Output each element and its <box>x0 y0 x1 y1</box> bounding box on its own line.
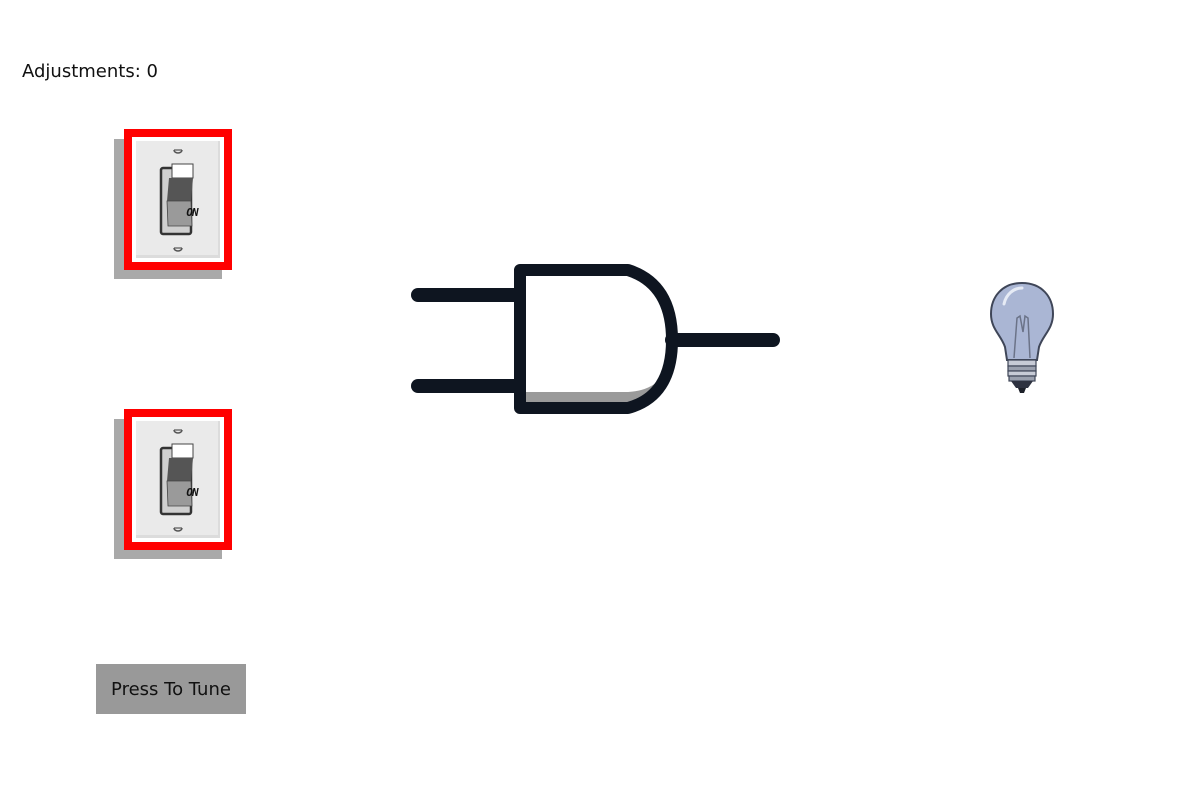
switch-frame[interactable]: ON <box>124 129 232 270</box>
lightbulb-icon <box>989 281 1055 393</box>
switch-plate-icon <box>136 421 220 538</box>
switch-state-label: ON <box>186 486 198 499</box>
press-to-tune-button[interactable]: Press To Tune <box>96 664 246 714</box>
switch-plate-icon <box>136 141 220 258</box>
adjustments-counter: Adjustments: 0 <box>22 61 158 82</box>
and-gate-icon <box>411 264 780 414</box>
switch-state-label: ON <box>186 206 198 219</box>
toggle-switch-1[interactable]: ON <box>114 129 232 281</box>
switch-frame[interactable]: ON <box>124 409 232 550</box>
toggle-switch-2[interactable]: ON <box>114 409 232 561</box>
